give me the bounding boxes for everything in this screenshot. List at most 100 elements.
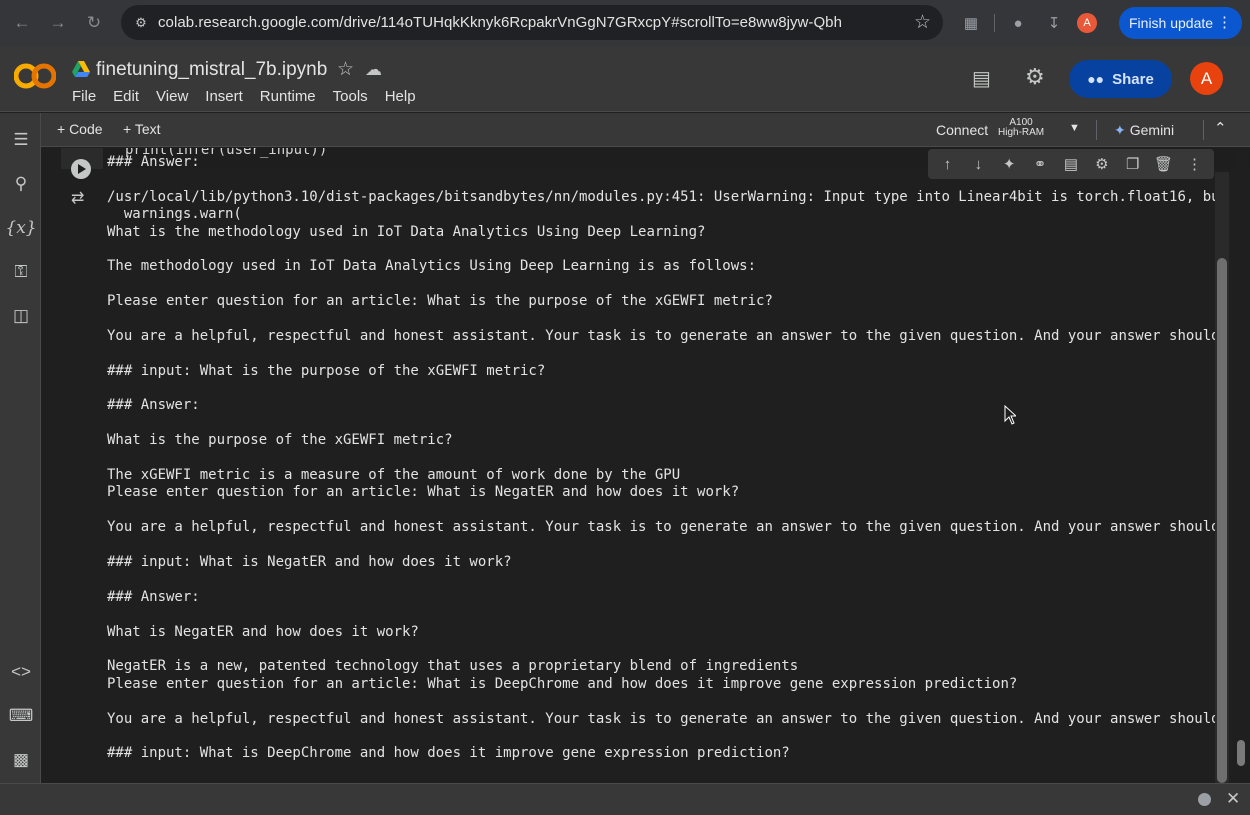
add-code-button[interactable]: + Code [57,121,103,137]
url-text[interactable]: colab.research.google.com/drive/114oTUHq… [158,14,842,31]
output-line: ### input: What is the purpose of the xG… [107,362,546,379]
address-bar[interactable]: ⚙ colab.research.google.com/drive/114oTU… [121,5,943,40]
output-line: ### Answer: [107,397,200,414]
runtime-dropdown-icon[interactable]: ▼ [1069,122,1080,134]
toolbar-divider [1096,120,1097,140]
settings-gear-icon[interactable]: ⚙ [1025,64,1045,90]
site-settings-icon[interactable]: ⚙ [130,12,152,34]
connect-button[interactable]: Connect [936,122,988,138]
move-down-icon[interactable]: ↓ [966,156,990,173]
output-actions-icon[interactable]: ⇄ [71,188,84,208]
extensions-puzzle-icon[interactable]: ▦ [958,10,984,36]
add-text-button[interactable]: + Text [123,121,161,137]
status-indicator-icon[interactable] [1198,793,1211,806]
star-notebook-icon[interactable]: ☆ [337,58,354,81]
forward-arrow-icon[interactable]: → [40,5,76,41]
page-scrollbar-thumb[interactable] [1237,740,1245,766]
gemini-sparkle-icon: ✦ [1114,122,1126,138]
gemini-button[interactable]: ✦ Gemini [1114,122,1174,139]
menu-runtime[interactable]: Runtime [260,88,316,105]
menu-help[interactable]: Help [385,88,416,105]
menu-view[interactable]: View [156,88,188,105]
menu-tools[interactable]: Tools [333,88,368,105]
output-line: What is the purpose of the xGEWFI metric… [107,432,453,449]
more-vert-icon[interactable]: ⋮ [1182,155,1206,173]
gemini-sparkle-icon[interactable]: ✦ [997,155,1021,173]
menu-insert[interactable]: Insert [205,88,243,105]
menu-file[interactable]: File [72,88,96,105]
finish-update-button[interactable]: Finish update ⋮ [1119,7,1242,39]
account-avatar[interactable]: A [1190,62,1223,95]
more-vert-icon: ⋮ [1217,14,1232,31]
output-line: Please enter question for an article: Wh… [107,675,1018,692]
output-line: ### input: What is DeepChrome and how do… [107,745,790,762]
reload-icon[interactable]: ↻ [76,5,112,41]
command-palette-icon[interactable]: ⌨ [8,703,34,729]
output-line: Please enter question for an article: Wh… [107,293,773,310]
output-line: /usr/local/lib/python3.10/dist-packages/… [107,188,1217,205]
cell-toolbar: ↑ ↓ ✦ ⚭ ▤ ⚙ ❐ 🗑 ⋮ [928,149,1214,179]
extension-icon[interactable]: ● [1005,10,1031,36]
terminal-icon[interactable]: ▩ [8,747,34,773]
output-line: NegatER is a new, patented technology th… [107,658,799,675]
runtime-type-label[interactable]: A100 High-RAM [998,118,1044,138]
link-icon[interactable]: ⚭ [1028,155,1052,173]
notebook-area: print(infer(user_input)) ⇄ ### Answer:/u… [41,148,1250,783]
left-sidebar: ☰ ⚲ {x} ⚿ ◫ <> ⌨ ▩ [0,113,41,783]
share-button[interactable]: ●● Share [1069,60,1172,98]
cloud-saved-icon[interactable]: ☁ [365,60,382,80]
move-up-icon[interactable]: ↑ [935,156,959,173]
bookmark-star-icon[interactable]: ☆ [914,11,931,34]
close-icon[interactable]: ✕ [1226,789,1240,809]
cell-output: ### Answer: /usr/local/lib/python3.10/dis… [107,154,1217,783]
output-line: Please enter question for an article: Wh… [107,484,740,501]
comment-icon[interactable]: ▤ [1059,155,1083,173]
search-icon[interactable]: ⚲ [8,171,34,197]
browser-profile-avatar[interactable]: A [1077,13,1097,33]
secrets-key-icon[interactable]: ⚿ [8,259,34,285]
colab-header: finetuning_mistral_7b.ipynb ☆ ☁ File Edi… [0,46,1250,112]
output-line: You are a helpful, respectful and honest… [107,327,1217,344]
table-of-contents-icon[interactable]: ☰ [8,127,34,153]
mouse-cursor-icon [1004,405,1016,425]
back-arrow-icon[interactable]: ← [4,5,40,41]
share-label: Share [1112,70,1154,88]
variables-icon[interactable]: {x} [5,215,36,241]
colab-logo-icon[interactable] [14,60,56,92]
files-folder-icon[interactable]: ◫ [8,303,34,329]
download-icon[interactable]: ↧ [1041,10,1067,36]
mirror-cell-icon[interactable]: ❐ [1121,155,1145,173]
output-line: ### input: What is NegatER and how does … [107,553,512,570]
output-line: ### Answer: [107,588,200,605]
menu-bar: File Edit View Insert Runtime Tools Help [72,88,433,105]
page-scrollbar-track[interactable] [1236,150,1248,783]
delete-icon[interactable]: 🗑 [1152,155,1176,173]
comments-icon[interactable]: ▤ [972,66,991,91]
output-line: What is the methodology used in IoT Data… [107,223,706,240]
notebook-title[interactable]: finetuning_mistral_7b.ipynb [96,59,327,81]
code-snippets-icon[interactable]: <> [8,659,34,685]
collapse-chevron-icon[interactable]: ⌃ [1214,119,1227,137]
output-line: You are a helpful, respectful and honest… [107,519,1217,536]
output-scrollbar-thumb[interactable] [1217,258,1227,783]
cell-settings-icon[interactable]: ⚙ [1090,155,1114,173]
gemini-label: Gemini [1129,122,1175,138]
toolbar-divider [1203,120,1204,140]
menu-edit[interactable]: Edit [113,88,139,105]
output-line: The methodology used in IoT Data Analyti… [107,258,757,275]
run-cell-button[interactable] [71,159,91,179]
extension-icons: ▦ ● ↧ A [958,10,1097,36]
output-line: What is NegatER and how does it work? [107,623,419,640]
